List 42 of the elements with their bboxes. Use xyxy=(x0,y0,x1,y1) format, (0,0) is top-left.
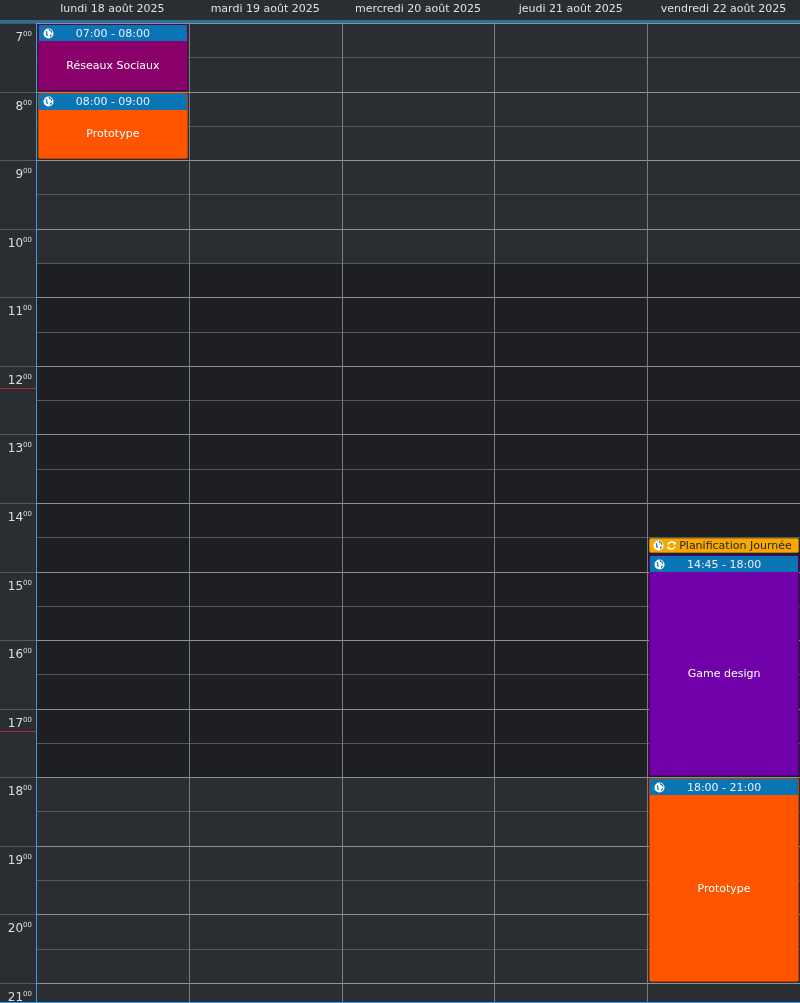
hour-label: 10$^{00}$ xyxy=(7,235,32,250)
hour-label: 8$^{00}$ xyxy=(15,98,32,113)
event-time: 08:00 - 09:00 xyxy=(74,95,152,109)
globe-icon xyxy=(43,27,54,39)
time-marker xyxy=(0,387,36,389)
event-time: 14:45 - 18:00 xyxy=(685,557,763,571)
hour-label: 7$^{00}$ xyxy=(15,30,32,44)
day-header: mardi 19 août 2025 xyxy=(209,1,321,17)
hour-label: 9$^{00}$ xyxy=(15,167,32,182)
hour-label: 21$^{00}$ xyxy=(7,989,32,1003)
event-time: 07:00 - 08:00 xyxy=(74,26,152,40)
globe-icon xyxy=(653,540,665,552)
event-card[interactable]: 18:00 - 21:00 Prototype xyxy=(649,778,799,982)
hour-label: 16$^{00}$ xyxy=(7,647,32,662)
event-title: Game design xyxy=(687,667,761,681)
globe-icon xyxy=(654,558,666,570)
hour-label: 13$^{00}$ xyxy=(7,441,32,456)
hour-label: 20$^{00}$ xyxy=(7,921,32,936)
day-header: mercredi 20 août 2025 xyxy=(353,1,483,17)
hour-label: 15$^{00}$ xyxy=(7,578,32,593)
day-header: lundi 18 août 2025 xyxy=(59,1,166,17)
event-card[interactable]: 14:45 - 18:00 Game design xyxy=(649,555,799,777)
event-card[interactable]: Planification Journée xyxy=(649,538,799,554)
event-card[interactable]: 07:00 - 08:00 Réseaux Sociaux xyxy=(38,24,188,91)
day-header: jeudi 21 août 2025 xyxy=(517,1,624,17)
hour-label: 11$^{00}$ xyxy=(7,304,32,319)
time-marker xyxy=(0,730,36,732)
hour-label: 19$^{00}$ xyxy=(7,852,32,867)
event-card[interactable]: 08:00 - 09:00 Prototype xyxy=(38,92,188,160)
refresh-icon xyxy=(666,540,678,552)
hour-label: 17$^{00}$ xyxy=(7,715,32,730)
hour-label: 12$^{00}$ xyxy=(7,372,32,387)
hour-label: 18$^{00}$ xyxy=(7,784,32,799)
event-title: Prototype xyxy=(86,127,140,141)
event-title: Prototype xyxy=(697,881,751,895)
event-title: Planification Journée xyxy=(679,539,792,553)
event-title: Réseaux Sociaux xyxy=(66,58,160,72)
day-header: vendredi 22 août 2025 xyxy=(659,1,788,17)
globe-icon xyxy=(654,781,666,793)
hour-label: 14$^{00}$ xyxy=(7,509,32,524)
event-time: 18:00 - 21:00 xyxy=(685,780,763,794)
globe-icon xyxy=(43,96,54,108)
